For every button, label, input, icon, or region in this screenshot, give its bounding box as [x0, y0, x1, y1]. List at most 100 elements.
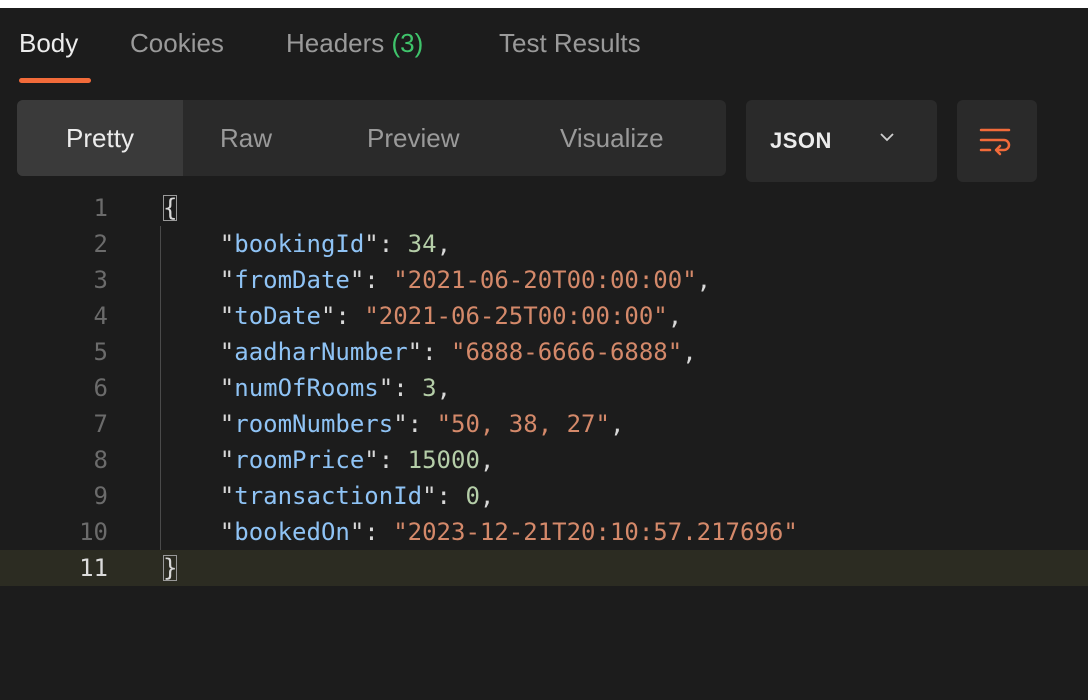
comma: ,: [479, 446, 495, 474]
json-value: "2023-12-21T20:10:57.217696": [393, 518, 798, 546]
code-line: 8 "roomPrice": 15000,: [0, 442, 1088, 478]
colon: :: [422, 338, 451, 366]
key-quote: ": [320, 302, 336, 330]
colon: :: [378, 230, 408, 258]
json-value: 15000: [407, 446, 480, 474]
json-key: roomPrice: [234, 446, 365, 474]
line-number: 3: [93, 266, 108, 294]
tab-headers-label: Headers: [286, 28, 385, 58]
json-value: "2021-06-20T00:00:00": [393, 266, 697, 294]
key-quote: ": [219, 446, 235, 474]
code-line: 2 "bookingId": 34,: [0, 226, 1088, 262]
code-text: "bookingId": 34,: [162, 226, 451, 262]
comma: ,: [479, 482, 495, 510]
code-line: 11}: [0, 550, 1088, 586]
colon: :: [378, 446, 408, 474]
wrap-lines-button[interactable]: [957, 100, 1037, 182]
code-text: "roomPrice": 15000,: [162, 442, 495, 478]
line-number: 7: [93, 410, 108, 438]
json-value: "50, 38, 27": [436, 410, 610, 438]
json-key: bookingId: [234, 230, 365, 258]
key-quote: ": [364, 446, 379, 474]
chevron-down-icon: [879, 130, 895, 148]
code-text: "fromDate": "2021-06-20T00:00:00",: [162, 262, 711, 298]
colon: :: [393, 374, 423, 402]
key-quote: ": [378, 374, 394, 402]
key-quote: ": [393, 410, 408, 438]
code-line: 5 "aadharNumber": "6888-6666-6888",: [0, 334, 1088, 370]
key-quote: ": [349, 518, 365, 546]
code-text: "numOfRooms": 3,: [162, 370, 451, 406]
code-text: "transactionId": 0,: [162, 478, 495, 514]
key-quote: ": [219, 518, 235, 546]
open-brace: {: [163, 194, 178, 222]
key-quote: ": [219, 266, 235, 294]
line-number: 5: [93, 338, 108, 366]
view-raw-button[interactable]: Raw: [220, 100, 272, 176]
tab-cookies-label: Cookies: [130, 28, 224, 58]
json-key: roomNumbers: [234, 410, 394, 438]
json-key: bookedOn: [234, 518, 350, 546]
code-text: }: [162, 550, 178, 586]
key-quote: ": [219, 302, 235, 330]
code-text: "toDate": "2021-06-25T00:00:00",: [162, 298, 682, 334]
key-quote: ": [219, 482, 235, 510]
json-key: transactionId: [234, 482, 423, 510]
colon: :: [407, 410, 437, 438]
key-quote: ": [422, 482, 437, 510]
tab-cookies[interactable]: Cookies: [130, 28, 224, 59]
line-number: 2: [93, 230, 108, 258]
key-quote: ": [219, 374, 235, 402]
json-key: toDate: [234, 302, 321, 330]
headers-count-badge: (3): [391, 28, 424, 58]
code-text: {: [162, 190, 178, 226]
active-tab-indicator: [19, 78, 91, 83]
tab-body[interactable]: Body: [19, 28, 78, 59]
code-line: 9 "transactionId": 0,: [0, 478, 1088, 514]
tab-test-results-label: Test Results: [499, 28, 641, 58]
colon: :: [335, 302, 365, 330]
top-strip: [0, 0, 1088, 8]
response-tabs: Body Cookies Headers (3) Test Results: [0, 8, 1088, 88]
wrap-lines-icon: [979, 128, 1011, 156]
response-body-editor[interactable]: 1{2 "bookingId": 34, 3 "fromDate": "2021-…: [0, 190, 1088, 700]
json-key: numOfRooms: [234, 374, 379, 402]
colon: :: [364, 266, 394, 294]
view-visualize-button[interactable]: Visualize: [560, 100, 664, 176]
colon: :: [364, 518, 394, 546]
tab-headers[interactable]: Headers (3): [286, 28, 423, 59]
colon: :: [436, 482, 466, 510]
line-number: 9: [93, 482, 108, 510]
comma: ,: [696, 266, 712, 294]
json-value: "6888-6666-6888": [451, 338, 683, 366]
json-value: "2021-06-25T00:00:00": [364, 302, 668, 330]
comma: ,: [682, 338, 697, 366]
code-line: 7 "roomNumbers": "50, 38, 27",: [0, 406, 1088, 442]
code-line: 1{: [0, 190, 1088, 226]
comma: ,: [667, 302, 683, 330]
line-number: 1: [93, 194, 108, 222]
view-pretty-button[interactable]: Pretty: [17, 100, 183, 176]
view-mode-group: Pretty Raw Preview Visualize: [17, 100, 726, 176]
tab-body-label: Body: [19, 28, 79, 58]
tab-test-results[interactable]: Test Results: [499, 28, 641, 59]
code-text: "bookedOn": "2023-12-21T20:10:57.217696": [162, 514, 798, 550]
code-line: 3 "fromDate": "2021-06-20T00:00:00",: [0, 262, 1088, 298]
key-quote: ": [219, 410, 235, 438]
code-text: "roomNumbers": "50, 38, 27",: [162, 406, 625, 442]
line-number: 11: [79, 554, 108, 582]
close-brace: }: [163, 554, 178, 582]
comma: ,: [609, 410, 625, 438]
line-number: 6: [93, 374, 108, 402]
json-value: 3: [422, 374, 437, 402]
code-line: 4 "toDate": "2021-06-25T00:00:00",: [0, 298, 1088, 334]
response-panel: Body Cookies Headers (3) Test Results Pr…: [0, 0, 1088, 700]
code-line: 6 "numOfRooms": 3,: [0, 370, 1088, 406]
line-number: 8: [93, 446, 108, 474]
key-quote: ": [349, 266, 365, 294]
view-preview-button[interactable]: Preview: [367, 100, 459, 176]
format-select-value: JSON: [770, 128, 832, 153]
json-value: 34: [407, 230, 437, 258]
format-select[interactable]: JSON: [746, 100, 937, 182]
json-value: 0: [465, 482, 480, 510]
